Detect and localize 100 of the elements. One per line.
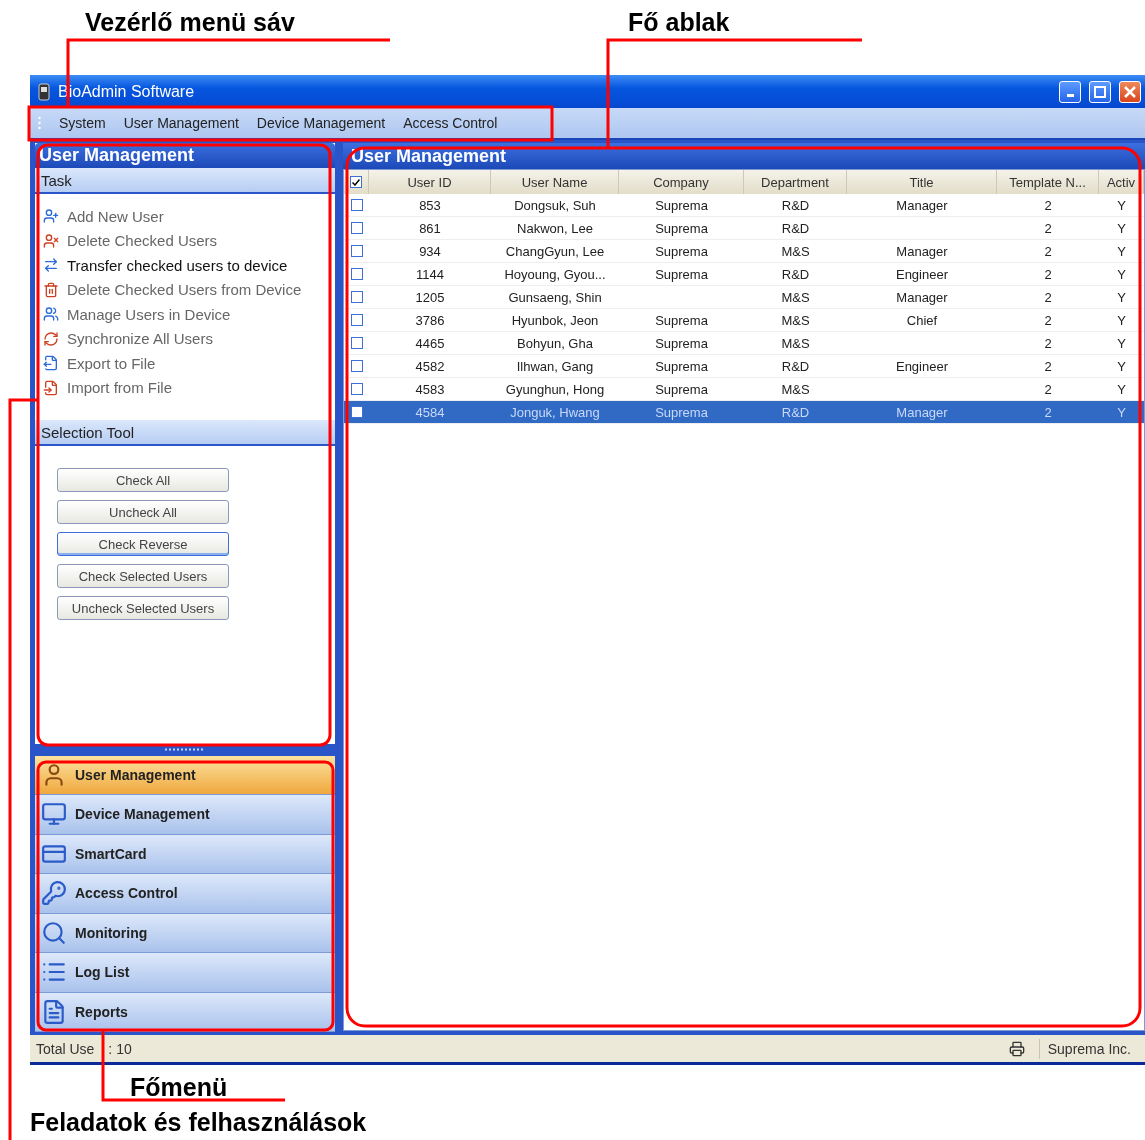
table-cell-text: M&S bbox=[780, 380, 811, 399]
tick-icon bbox=[352, 178, 360, 186]
section-header: Selection Tool bbox=[35, 420, 335, 446]
user-cross-icon bbox=[43, 232, 59, 249]
minimize-button[interactable] bbox=[1059, 80, 1081, 103]
nav-item[interactable]: Device Management bbox=[35, 795, 335, 835]
table-cell-text: M&S bbox=[780, 334, 811, 353]
close-icon bbox=[1124, 85, 1136, 98]
task-link[interactable]: Export to File bbox=[43, 353, 335, 374]
menu-item[interactable]: Device Management bbox=[256, 115, 386, 131]
maximize-icon bbox=[1094, 85, 1106, 98]
task-link[interactable]: Transfer checked users to device bbox=[43, 255, 335, 276]
table-cell-text: Manager bbox=[895, 242, 949, 261]
table-cell-text: Suprema bbox=[654, 265, 709, 284]
selection-button[interactable]: Uncheck All bbox=[57, 500, 229, 524]
table-cell-text: R&D bbox=[780, 357, 811, 376]
table-cell-text: Engineer bbox=[894, 357, 949, 376]
nav-item[interactable]: Access Control bbox=[35, 874, 335, 914]
checkbox[interactable] bbox=[350, 291, 363, 303]
table-cell-text: ChangGyun, Lee bbox=[504, 242, 606, 261]
task-link[interactable]: Delete Checked Users bbox=[43, 230, 335, 251]
checkbox[interactable] bbox=[350, 360, 363, 372]
close-button[interactable] bbox=[1119, 80, 1141, 103]
maximize-button[interactable] bbox=[1089, 80, 1111, 103]
checkbox[interactable] bbox=[350, 337, 363, 349]
checkbox[interactable] bbox=[350, 176, 362, 188]
callout-label: Feladatok és felhasználások bbox=[30, 1108, 367, 1137]
table-cell-text: 1144 bbox=[415, 265, 445, 284]
checkbox[interactable] bbox=[350, 383, 363, 395]
menu-item[interactable]: Access Control bbox=[403, 115, 498, 131]
app-icon bbox=[38, 82, 50, 101]
task-link[interactable]: Delete Checked Users from Device bbox=[43, 279, 335, 300]
table-cell-text: M&S bbox=[780, 242, 811, 261]
column-header[interactable]: Template N... bbox=[997, 170, 1099, 194]
table-cell-text: 4465 bbox=[414, 334, 446, 353]
grip-icon bbox=[38, 116, 41, 130]
task-link[interactable]: Synchronize All Users bbox=[43, 328, 335, 349]
table-cell-text: Y bbox=[1116, 196, 1127, 215]
table-cell-text: Hoyoung, Gyou... bbox=[503, 265, 607, 284]
table-cell-text: Gyunghun, Hong bbox=[504, 380, 606, 399]
column-header[interactable]: Department bbox=[744, 170, 847, 194]
refresh-icon bbox=[43, 330, 59, 347]
status-text: Total Use bbox=[36, 1040, 95, 1057]
table-cell-text: Y bbox=[1116, 334, 1127, 353]
column-header[interactable]: User Name bbox=[491, 170, 619, 194]
checkbox[interactable] bbox=[350, 245, 363, 257]
table-row[interactable]: 4584 Jonguk, Hwang Suprema R&D Manager 2 Y bbox=[344, 401, 1144, 424]
task-link[interactable]: Import from File bbox=[43, 377, 335, 398]
table-cell-text: Hyunbok, Jeon bbox=[510, 311, 600, 330]
table-cell-text: 861 bbox=[418, 219, 442, 238]
column-header[interactable]: Title bbox=[847, 170, 997, 194]
checkbox[interactable] bbox=[350, 199, 363, 211]
table-cell-text: 4582 bbox=[414, 357, 446, 376]
table-cell-text: M&S bbox=[780, 288, 811, 307]
column-header[interactable]: User ID bbox=[369, 170, 491, 194]
checkbox[interactable] bbox=[350, 268, 363, 280]
nav-item[interactable]: Monitoring bbox=[35, 913, 335, 953]
callout-label: Fő ablak bbox=[628, 7, 730, 37]
callout-label: Főmenü bbox=[130, 1073, 228, 1102]
table-cell-text: 934 bbox=[418, 242, 442, 261]
table-cell-text: Y bbox=[1116, 288, 1127, 307]
nav-item[interactable]: Log List bbox=[35, 953, 335, 993]
menu-item[interactable]: User Management bbox=[123, 115, 239, 131]
users-icon bbox=[43, 306, 59, 323]
table-cell-text: Jonguk, Hwang bbox=[509, 403, 601, 422]
checkbox[interactable] bbox=[350, 222, 363, 234]
table-cell-text: 4583 bbox=[414, 380, 446, 399]
selection-button[interactable]: Uncheck Selected Users bbox=[57, 596, 229, 620]
trash-icon bbox=[43, 281, 59, 298]
task-link[interactable]: Manage Users in Device bbox=[43, 304, 335, 325]
printer-icon bbox=[1008, 1040, 1025, 1057]
checkbox[interactable] bbox=[350, 314, 363, 326]
table-cell-text: 4584 bbox=[414, 403, 446, 422]
table-cell-text: Y bbox=[1116, 311, 1127, 330]
table-cell-text: Y bbox=[1116, 265, 1127, 284]
selection-button[interactable]: Check All bbox=[57, 468, 229, 492]
menu-item[interactable]: System bbox=[59, 115, 106, 131]
table-cell-text: Bohyun, Gha bbox=[516, 334, 594, 353]
task-link[interactable]: Add New User bbox=[43, 206, 335, 227]
table-cell-text: 2 bbox=[1043, 380, 1053, 399]
selection-button[interactable]: Check Reverse bbox=[57, 532, 229, 556]
checkbox[interactable] bbox=[350, 406, 363, 418]
table-cell-text: Suprema bbox=[654, 380, 709, 399]
table-cell-text: 3786 bbox=[414, 311, 446, 330]
splitter-grip[interactable] bbox=[165, 748, 205, 752]
callout-label: Vezérlő menü sáv bbox=[85, 7, 295, 37]
nav-item[interactable]: SmartCard bbox=[35, 834, 335, 874]
panel-title: User Management bbox=[35, 143, 335, 168]
table-cell-text: Manager bbox=[895, 403, 949, 422]
table-cell-text: R&D bbox=[780, 196, 811, 215]
table-cell-text: 2 bbox=[1043, 265, 1053, 284]
table-cell-text: 2 bbox=[1043, 334, 1053, 353]
column-header[interactable]: Company bbox=[619, 170, 744, 194]
table-cell-text: Suprema bbox=[654, 311, 709, 330]
table-cell-text: 2 bbox=[1043, 357, 1053, 376]
selection-button[interactable]: Check Selected Users bbox=[57, 564, 229, 588]
table-cell-text: 2 bbox=[1043, 311, 1053, 330]
table-cell-text: 853 bbox=[418, 196, 442, 215]
column-header[interactable]: Activ bbox=[1099, 170, 1144, 194]
file-in-icon bbox=[43, 379, 59, 396]
